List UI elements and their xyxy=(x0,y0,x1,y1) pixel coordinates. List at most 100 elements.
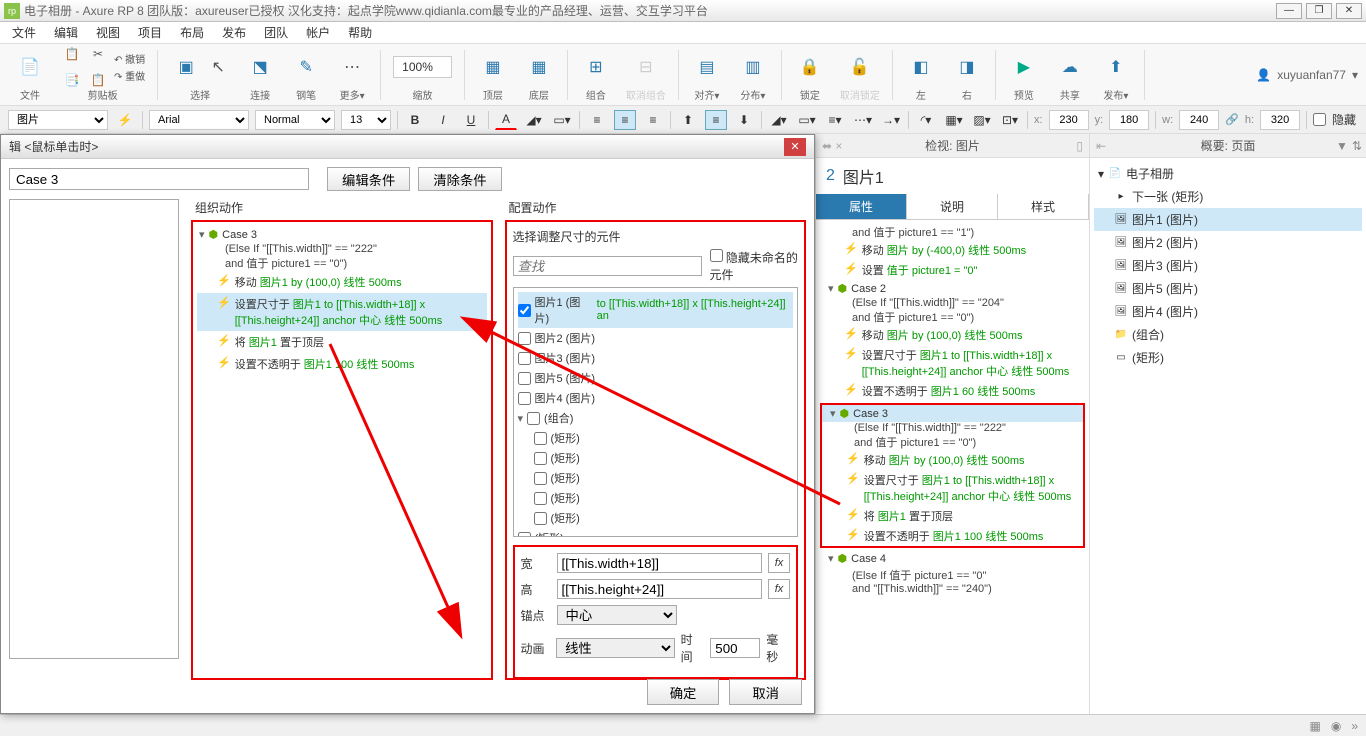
outline-item[interactable]: 🖼图片4 (图片) xyxy=(1094,300,1362,323)
height-fx-button[interactable]: fx xyxy=(768,579,790,599)
element-list-item[interactable]: 图片4 (图片) xyxy=(518,388,794,408)
valign-middle-button[interactable]: ≡ xyxy=(705,110,727,130)
menu-帮助[interactable]: 帮助 xyxy=(340,22,380,43)
collapse-icon[interactable]: ▾ xyxy=(199,228,205,241)
hide-unnamed-checkbox[interactable] xyxy=(710,249,723,262)
padding-button[interactable]: ⊡▾ xyxy=(999,110,1021,130)
cut-icon[interactable]: 📋 xyxy=(60,42,84,66)
outline-item[interactable]: 🖼图片5 (图片) xyxy=(1094,277,1362,300)
fill-button[interactable]: ◢▾ xyxy=(768,110,790,130)
underline-button[interactable]: U xyxy=(460,110,482,130)
hidden-checkbox[interactable] xyxy=(1313,113,1326,126)
action-item[interactable]: ⚡将 图片1 置于顶层 xyxy=(197,331,487,353)
panel-pin-icon[interactable]: ⬌ × xyxy=(822,139,842,153)
distribute-icon[interactable]: ▥ xyxy=(737,51,769,83)
inspect-cond[interactable]: (Else If "[[This.width]]" == "204" xyxy=(820,297,1085,309)
action-item[interactable]: ⚡移动 图片1 by (100,0) 线性 500ms xyxy=(197,271,487,293)
menu-项目[interactable]: 项目 xyxy=(130,22,170,43)
align-right-icon[interactable]: ◨ xyxy=(951,51,983,83)
inspect-case[interactable]: ▾⬢Case 3 xyxy=(822,405,1083,422)
align-icon[interactable]: ▤ xyxy=(691,51,723,83)
menu-文件[interactable]: 文件 xyxy=(4,22,44,43)
menu-编辑[interactable]: 编辑 xyxy=(46,22,86,43)
element-list-item[interactable]: (矩形) xyxy=(518,448,794,468)
inspect-cond[interactable]: and 值于 picture1 == "1") xyxy=(820,224,1085,240)
user-menu[interactable]: 👤 xuyuanfan77 ▾ xyxy=(1256,68,1358,82)
minimize-button[interactable]: — xyxy=(1276,3,1302,19)
align-left-icon[interactable]: ◧ xyxy=(905,51,937,83)
outline-item[interactable]: 🖼图片2 (图片) xyxy=(1094,231,1362,254)
element-list-item[interactable]: (矩形) xyxy=(518,468,794,488)
align-center-button[interactable]: ≡ xyxy=(614,110,636,130)
element-list-item[interactable]: 图片3 (图片) xyxy=(518,348,794,368)
widget-type-select[interactable]: 图片 xyxy=(8,110,108,130)
scissors-icon[interactable]: ✂ xyxy=(86,42,110,66)
outline-item[interactable]: ▭(矩形) xyxy=(1094,346,1362,369)
menu-布局[interactable]: 布局 xyxy=(172,22,212,43)
menu-视图[interactable]: 视图 xyxy=(88,22,128,43)
outline-item[interactable]: ▾📄电子相册 xyxy=(1094,162,1362,185)
element-list[interactable]: 图片1 (图片) to [[This.width+18]] x [[This.h… xyxy=(513,287,799,537)
cancel-button[interactable]: 取消 xyxy=(729,679,802,705)
pointer-icon[interactable]: ↖ xyxy=(206,55,230,79)
preview-icon[interactable]: ▶ xyxy=(1008,51,1040,83)
line-style-button[interactable]: ⋯▾ xyxy=(852,110,874,130)
interaction-icon[interactable]: ⚡ xyxy=(114,110,136,130)
connect-icon[interactable]: ⬔ xyxy=(244,51,276,83)
tab-notes[interactable]: 说明 xyxy=(907,194,998,219)
pen-icon[interactable]: ✎ xyxy=(290,51,322,83)
redo-label[interactable]: ↷ 重做 xyxy=(114,68,145,83)
tab-properties[interactable]: 属性 xyxy=(816,194,907,219)
close-button[interactable]: ✕ xyxy=(1336,3,1362,19)
anchor-select[interactable]: 中心 xyxy=(557,605,677,625)
inspect-cond[interactable]: and 值于 picture1 == "0") xyxy=(822,434,1083,450)
inspect-bolt[interactable]: ⚡设置尺寸于 图片1 to [[This.width+18]] x [[This… xyxy=(820,345,1085,381)
dialog-close-button[interactable]: ✕ xyxy=(784,138,806,156)
inspect-bolt[interactable]: ⚡设置不透明于 图片1 60 线性 500ms xyxy=(820,381,1085,401)
new-file-icon[interactable]: 📄 xyxy=(14,51,46,83)
clear-condition-button[interactable]: 清除条件 xyxy=(418,167,501,191)
width-fx-button[interactable]: fx xyxy=(768,553,790,573)
w-input[interactable] xyxy=(1179,110,1219,130)
inspect-bolt[interactable]: ⚡设置 值于 picture1 = "0" xyxy=(820,260,1085,280)
dialog-titlebar[interactable]: 辑 <鼠标单击时> ✕ xyxy=(1,135,814,159)
ok-button[interactable]: 确定 xyxy=(647,679,720,705)
publish-icon[interactable]: ⬆ xyxy=(1100,51,1132,83)
undo-label[interactable]: ↶ 撤销 xyxy=(114,51,145,66)
bold-button[interactable]: B xyxy=(404,110,426,130)
action-item[interactable]: ⚡设置尺寸于 图片1 to [[This.width+18]] x [[This… xyxy=(197,293,487,331)
inspect-bolt[interactable]: ⚡移动 图片 by (-400,0) 线性 500ms xyxy=(820,240,1085,260)
inspect-cond[interactable]: and "[[This.width]]" == "240") xyxy=(820,583,1085,595)
inspect-cond[interactable]: (Else If 值于 picture1 == "0" xyxy=(820,567,1085,583)
inspect-case[interactable]: ▾⬢Case 2 xyxy=(820,280,1085,297)
shadow-out-button[interactable]: ▦▾ xyxy=(943,110,965,130)
lock-aspect-icon[interactable]: 🔗 xyxy=(1225,113,1239,126)
inspect-bolt[interactable]: ⚡移动 图片 by (100,0) 线性 500ms xyxy=(822,450,1083,470)
font-weight-select[interactable]: Normal xyxy=(255,110,335,130)
element-list-item[interactable]: 图片1 (图片) to [[This.width+18]] x [[This.h… xyxy=(518,292,794,328)
edit-condition-button[interactable]: 编辑条件 xyxy=(327,167,410,191)
case-name-input[interactable] xyxy=(9,168,309,190)
inspect-bolt[interactable]: ⚡将 图片1 置于顶层 xyxy=(822,506,1083,526)
search-input[interactable] xyxy=(513,256,702,276)
italic-button[interactable]: I xyxy=(432,110,454,130)
height-input[interactable] xyxy=(557,579,763,599)
element-list-item[interactable]: 图片2 (图片) xyxy=(518,328,794,348)
h-input[interactable] xyxy=(1260,110,1300,130)
element-list-item[interactable]: (矩形) xyxy=(518,528,794,537)
menu-团队[interactable]: 团队 xyxy=(256,22,296,43)
fill-color-button[interactable]: ◢▾ xyxy=(523,110,545,130)
zoom-select[interactable]: 100% xyxy=(393,56,452,78)
font-color-button[interactable]: A xyxy=(495,110,517,130)
panel-menu-icon[interactable]: ▯ xyxy=(1076,139,1083,153)
panel-pin-icon[interactable]: ⇤ xyxy=(1096,139,1106,153)
corner-button[interactable]: ◜▾ xyxy=(915,110,937,130)
share-icon[interactable]: ☁ xyxy=(1054,51,1086,83)
outline-item[interactable]: 🖼图片3 (图片) xyxy=(1094,254,1362,277)
outline-item[interactable]: 📁(组合) xyxy=(1094,323,1362,346)
action-item[interactable]: ⚡设置不透明于 图片1 100 线性 500ms xyxy=(197,353,487,375)
border-color-button[interactable]: ▭▾ xyxy=(551,110,573,130)
element-list-item[interactable]: (矩形) xyxy=(518,428,794,448)
copy-icon[interactable]: 📑 xyxy=(60,68,84,92)
anim-select[interactable]: 线性 xyxy=(556,638,675,658)
